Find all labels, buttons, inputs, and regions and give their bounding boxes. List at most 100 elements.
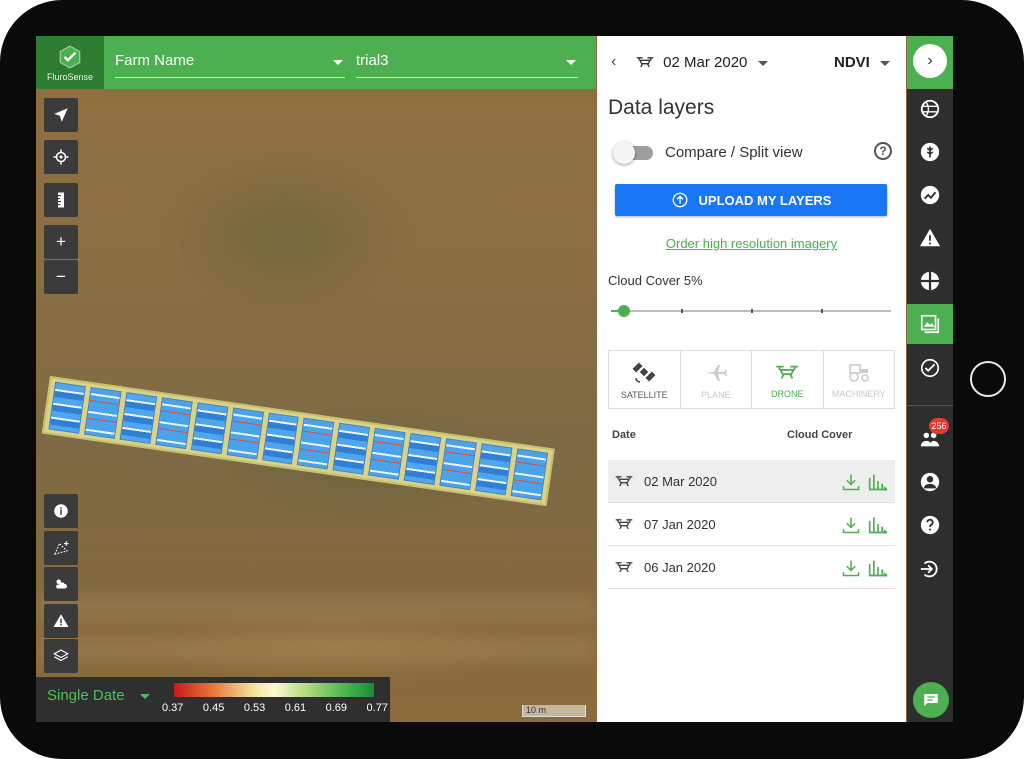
- rail-header: ›: [907, 36, 953, 89]
- measure-button[interactable]: [44, 531, 78, 565]
- date-column-header: Date: [612, 429, 636, 441]
- zoom-in-icon: +: [56, 232, 66, 251]
- row-actions: [841, 558, 889, 578]
- nav-crop[interactable]: [907, 134, 953, 170]
- analytics-chart-icon[interactable]: [867, 558, 889, 578]
- row-actions: [841, 472, 889, 492]
- trial-plot[interactable]: [119, 392, 157, 444]
- zoom-out-button[interactable]: −: [44, 260, 78, 294]
- drone-icon: [615, 562, 633, 573]
- drone-icon: [615, 519, 633, 530]
- trial-plot[interactable]: [297, 417, 335, 470]
- download-icon[interactable]: [841, 558, 861, 578]
- chevron-right-icon: ›: [927, 52, 933, 69]
- layer-row[interactable]: 07 Jan 2020: [608, 503, 895, 546]
- previous-date-button[interactable]: ‹: [611, 53, 616, 71]
- trial-plot[interactable]: [475, 443, 513, 496]
- zoom-in-button[interactable]: +: [44, 225, 78, 259]
- collapse-panel-button[interactable]: ›: [913, 44, 947, 78]
- center-field-button[interactable]: [44, 140, 78, 174]
- chevron-down-icon: [757, 60, 768, 66]
- logout-icon: [920, 560, 938, 578]
- locate-button[interactable]: [44, 98, 78, 132]
- weather-button[interactable]: [44, 567, 78, 601]
- help-icon[interactable]: ?: [874, 142, 892, 160]
- data-layers-icon: [920, 314, 940, 334]
- upload-layers-button[interactable]: UPLOAD MY LAYERS: [615, 184, 887, 216]
- layer-date: 02 Mar 2020: [644, 473, 717, 489]
- field-select[interactable]: trial3: [356, 46, 578, 78]
- home-button[interactable]: [970, 361, 1006, 397]
- source-drone[interactable]: DRONE: [752, 351, 824, 408]
- analytics-chart-icon[interactable]: [867, 515, 889, 535]
- trial-plot[interactable]: [439, 438, 477, 491]
- app-logo[interactable]: FluroSense: [36, 36, 104, 89]
- analytics-icon: [920, 185, 940, 205]
- compare-toggle-knob[interactable]: [613, 142, 635, 164]
- map-view[interactable]: + − Single Date 0.37 0.45 0.53 0.61 0.69…: [36, 36, 596, 722]
- nav-analytics[interactable]: [907, 177, 953, 213]
- trial-plot[interactable]: [261, 412, 300, 465]
- legend-mode-select[interactable]: Single Date: [47, 687, 125, 704]
- chat-button[interactable]: [913, 682, 949, 718]
- alert-icon: [919, 228, 941, 247]
- nav-alerts[interactable]: [907, 220, 953, 256]
- index-value: NDVI: [833, 54, 870, 71]
- order-imagery-link[interactable]: Order high resolution imagery: [597, 236, 906, 251]
- download-icon[interactable]: [841, 515, 861, 535]
- crop-icon: [920, 142, 940, 162]
- nav-zones[interactable]: [907, 263, 953, 299]
- chat-icon: [924, 694, 938, 706]
- info-button[interactable]: [44, 494, 78, 528]
- source-machinery[interactable]: MACHINERY: [824, 351, 895, 408]
- map-texture: [36, 636, 596, 662]
- logo-text: FluroSense: [46, 71, 94, 82]
- trial-plot[interactable]: [155, 397, 193, 450]
- field-ndvi-overlay[interactable]: [41, 376, 555, 507]
- date-select[interactable]: 02 Mar 2020: [635, 54, 768, 71]
- cloud-cover-slider-handle[interactable]: [618, 305, 630, 317]
- nav-check-analysis[interactable]: [907, 350, 953, 386]
- chevron-down-icon: [566, 60, 576, 65]
- cloud-cover-label: Cloud Cover 5%: [608, 273, 703, 288]
- layer-row[interactable]: 06 Jan 2020: [608, 546, 895, 589]
- trial-plot[interactable]: [48, 381, 86, 434]
- nav-help[interactable]: [907, 507, 953, 543]
- layers-button[interactable]: [44, 639, 78, 673]
- weather-icon: [56, 579, 67, 589]
- legend-tick: 0.45: [202, 702, 225, 714]
- trial-plot[interactable]: [83, 386, 122, 439]
- map-scale: 10 m: [522, 705, 586, 717]
- index-select[interactable]: NDVI: [834, 54, 890, 71]
- source-filter: SATELLITE PLANE DRONE MACHINERY: [608, 350, 895, 409]
- chevron-down-icon: [880, 60, 890, 66]
- nav-logout[interactable]: [907, 551, 953, 587]
- profile-icon: [920, 472, 940, 492]
- upload-label: UPLOAD MY LAYERS: [698, 192, 832, 208]
- drone-icon: [776, 365, 799, 379]
- data-layers-panel: ‹ 02 Mar 2020 NDVI Data layers Compare /…: [597, 36, 906, 722]
- chevron-down-icon[interactable]: [140, 694, 150, 699]
- layer-row[interactable]: 02 Mar 2020: [608, 460, 895, 503]
- farm-select[interactable]: Farm Name: [115, 46, 345, 78]
- nav-profile[interactable]: [907, 464, 953, 500]
- trial-plot[interactable]: [368, 427, 406, 480]
- compare-label: Compare / Split view: [665, 144, 803, 161]
- alerts-button[interactable]: [44, 604, 78, 638]
- trial-plot[interactable]: [226, 407, 264, 460]
- ndvi-legend: Single Date 0.37 0.45 0.53 0.61 0.69 0.7…: [36, 677, 390, 722]
- zoom-out-icon: −: [56, 267, 66, 286]
- drone-icon: [636, 57, 654, 68]
- source-satellite[interactable]: SATELLITE: [609, 351, 681, 408]
- ruler-button[interactable]: [44, 183, 78, 217]
- nav-data-layers[interactable]: [907, 304, 953, 344]
- download-icon[interactable]: [841, 472, 861, 492]
- trial-plot[interactable]: [403, 433, 442, 485]
- trial-plot[interactable]: [510, 448, 549, 501]
- legend-tick: 0.77: [366, 702, 388, 714]
- source-plane[interactable]: PLANE: [681, 351, 752, 408]
- analytics-chart-icon[interactable]: [867, 472, 889, 492]
- nav-globe[interactable]: [907, 91, 953, 127]
- trial-plot[interactable]: [332, 422, 371, 475]
- trial-plot[interactable]: [190, 402, 229, 455]
